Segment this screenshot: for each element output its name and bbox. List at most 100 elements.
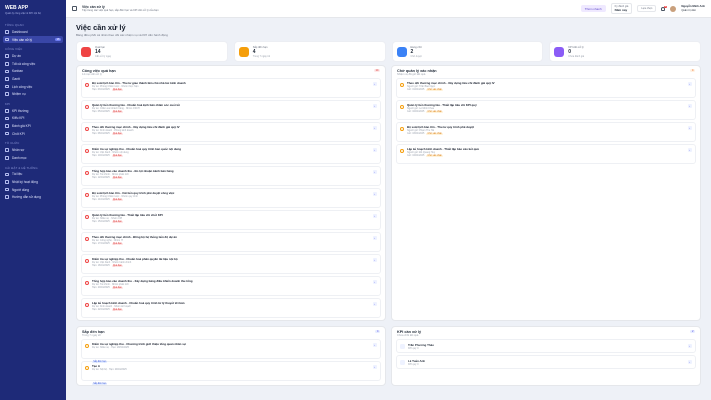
task-item[interactable]: Bộ soát lịch bảo tồn - Thiết kế quy trìn…	[81, 320, 381, 321]
sidebar-item[interactable]: Việc cần xử lý 16	[3, 35, 63, 44]
open-icon[interactable]: ›	[372, 125, 377, 130]
status-badge: Quá hạn	[111, 176, 123, 179]
history-icon	[5, 180, 9, 184]
task-item[interactable]: Quản lý tiến thương lâu - Chuẩn hoá kịch…	[81, 100, 381, 120]
sidebar-item[interactable]: Nhiệm vụ	[0, 90, 66, 98]
sidebar-section-title: CÀI ĐẶT & HỆ THỐNG	[5, 165, 38, 170]
avatar[interactable]	[670, 5, 677, 12]
kpi-item[interactable]: Trần Phương Thảo KPI quý II ›	[396, 339, 696, 353]
open-icon[interactable]: ›	[687, 81, 692, 86]
open-icon[interactable]: ›	[687, 147, 692, 152]
status-icon	[85, 170, 89, 175]
open-icon[interactable]: ›	[687, 359, 692, 365]
kpi-name: Lê Tuấn Anh	[408, 358, 426, 363]
main-content: Việc cần xử lý Bảng điều phối cá nhân th…	[66, 18, 711, 400]
sidebar-item[interactable]: Danh mục	[0, 154, 66, 162]
sidebar-item[interactable]: Kiểu KPI	[0, 115, 66, 123]
stats-row: Quá hạn 14 Cần xử lý ngay Sắp đến hạn 4 Trong…	[76, 41, 701, 62]
task-item[interactable]: Bộ soát lịch bảo tồn - Thu tư quy trình …	[396, 122, 696, 142]
task-item[interactable]: Lập kế hoạch kinh doanh - Thiết lập báo …	[396, 144, 696, 164]
task-date: Hạn: 20/04/2025	[92, 286, 110, 290]
task-item[interactable]: Theo dõi thương mục chính - Xây dựng tiê…	[396, 78, 696, 98]
open-icon[interactable]: ›	[372, 342, 377, 347]
sidebar-item[interactable]: Đánh giá KPI	[0, 122, 66, 130]
stat-card[interactable]: Đang chờ 2 Chờ duyệt	[391, 41, 544, 62]
sidebar-item[interactable]: Tài liệu	[0, 171, 66, 179]
period-dropdown[interactable]: Kỳ đánh giá Năm nay	[610, 3, 633, 14]
open-icon[interactable]: ›	[372, 213, 377, 218]
topbar: Việc cần xử lý Tập trung các việc quá hạ…	[66, 0, 711, 18]
sidebar-item[interactable]: Tất cả công việc	[0, 60, 66, 68]
open-icon[interactable]: ›	[372, 279, 377, 284]
sidebar-item[interactable]: Người dùng	[0, 186, 66, 194]
task-item[interactable]: Tổng hợp báo cáo doanh thu - Đo lợi nhuậ…	[81, 166, 381, 186]
task-item[interactable]: Tổng hợp báo cáo doanh thu - Xây dựng bả…	[81, 276, 381, 296]
kpi-subtitle: Chưa chốt kết quả	[397, 334, 419, 337]
task-item[interactable]: Lập kế hoạch kinh doanh - Chuẩn hoá quy …	[81, 298, 381, 318]
stat-card[interactable]: Sắp đến hạn 4 Trong 7 ngày tới	[233, 41, 386, 62]
open-icon[interactable]: ›	[372, 169, 377, 174]
quick-add-button[interactable]: Thêm nhanh	[580, 4, 606, 13]
menu-icon[interactable]	[72, 6, 77, 11]
status-badge: Quá hạn	[111, 88, 123, 91]
open-icon[interactable]: ›	[372, 235, 377, 240]
open-icon[interactable]: ›	[687, 125, 692, 130]
task-item[interactable]: Quản lý tiến thương lâu - Thiết lập tiêu…	[396, 100, 696, 120]
task-item[interactable]: Bộ soát lịch bảo tồn - Thu tư giao thành…	[81, 78, 381, 98]
task-item[interactable]: Quản lý tiến thương lâu - Thiết lập tiêu…	[81, 210, 381, 230]
open-icon[interactable]: ›	[687, 343, 692, 349]
open-icon[interactable]: ›	[372, 257, 377, 262]
sidebar-item[interactable]: Dự án	[0, 52, 66, 60]
sidebar-item[interactable]: Lịch công việc	[0, 83, 66, 91]
kpi-item[interactable]: Lê Tuấn Anh KPI quý II ›	[396, 355, 696, 369]
status-badge: Quá hạn	[111, 132, 123, 135]
period-value: Năm nay	[614, 7, 628, 12]
open-icon[interactable]: ›	[372, 81, 377, 86]
sidebar-item[interactable]: Dashboard	[0, 28, 66, 36]
account-select[interactable]: Lựa chọn	[637, 4, 657, 13]
open-icon[interactable]: ›	[372, 364, 377, 369]
page-description: Bảng điều phối cá nhân theo dõi các nhiệ…	[76, 33, 168, 37]
sidebar-item[interactable]: Nhật ký hoạt động	[0, 178, 66, 186]
sidebar-item[interactable]: Nhân sự	[0, 146, 66, 154]
task-item[interactable]: Kiểm tra sự nghiệp thu - Chương trình gi…	[81, 339, 381, 363]
status-badge: Quá hạn	[111, 154, 123, 157]
pending-count: 4	[690, 69, 695, 72]
status-icon	[85, 192, 89, 197]
task-date: Gửi: 02/04/2025	[407, 110, 425, 114]
open-icon[interactable]: ›	[372, 147, 377, 152]
open-icon[interactable]: ›	[372, 191, 377, 196]
bell-icon[interactable]: 3	[661, 5, 667, 11]
sidebar-item-label: Nhân sự	[12, 148, 25, 153]
brand: WEB APP Quản lý công việc & KPI nội bộ	[0, 0, 66, 19]
stat-card[interactable]: KPI cần xử lý 0 Chưa đánh giá	[549, 41, 701, 62]
task-item[interactable]: Theo dõi thương mục chính - Đồng bộ hệ t…	[81, 232, 381, 252]
sidebar-item[interactable]: Hướng dẫn sử dụng	[0, 193, 66, 201]
task-date: Gửi: 04/04/2025	[407, 154, 425, 158]
user-menu[interactable]: Nguyễn Minh Anh Quản trị viên	[681, 5, 705, 12]
task-meta: Dự án: Nhân sự · Hạn: 28/04/2025	[92, 345, 129, 349]
sidebar-item[interactable]: Chốt KPI	[0, 130, 66, 138]
stat-card[interactable]: Quá hạn 14 Cần xử lý ngay	[76, 41, 228, 62]
task-tags: Hạn: 08/04/2025 Quá hạn	[92, 132, 180, 135]
open-icon[interactable]: ›	[372, 103, 377, 108]
task-item[interactable]: Kiểm tra sự nghiệp thu - Chuẩn hoá quy t…	[81, 144, 381, 164]
open-icon[interactable]: ›	[687, 103, 692, 108]
task-item[interactable]: Bộ soát lịch bảo tồn - Cải tiến quy trìn…	[81, 188, 381, 208]
task-item[interactable]: Theo dõi thương mục chính - Xây dựng tiê…	[81, 122, 381, 142]
task-item[interactable]: Tạo A Dự án: Nội bộ · Hạn: 29/04/2025 Sắp …	[81, 361, 381, 385]
sidebar-item[interactable]: Gantt	[0, 75, 66, 83]
topbar-subtitle: Tập trung các việc quá hạn, sắp đến hạn …	[82, 9, 159, 12]
clock-icon	[238, 46, 249, 57]
status-icon	[400, 82, 404, 87]
sidebar-item[interactable]: Kanban	[0, 68, 66, 76]
task-icon	[5, 92, 9, 96]
sidebar-item[interactable]: KPI thường	[0, 107, 66, 115]
task-item[interactable]: Kiểm tra sự nghiệp thu - Chuẩn hoá phân …	[81, 254, 381, 274]
task-tags: Hạn: 10/04/2025 Quá hạn	[92, 154, 181, 157]
notification-count: 3	[664, 5, 667, 8]
status-icon	[85, 104, 89, 109]
status-badge: Sắp đến hạn	[92, 360, 108, 363]
open-icon[interactable]: ›	[372, 301, 377, 306]
kpi-meta: KPI quý II	[408, 362, 419, 366]
